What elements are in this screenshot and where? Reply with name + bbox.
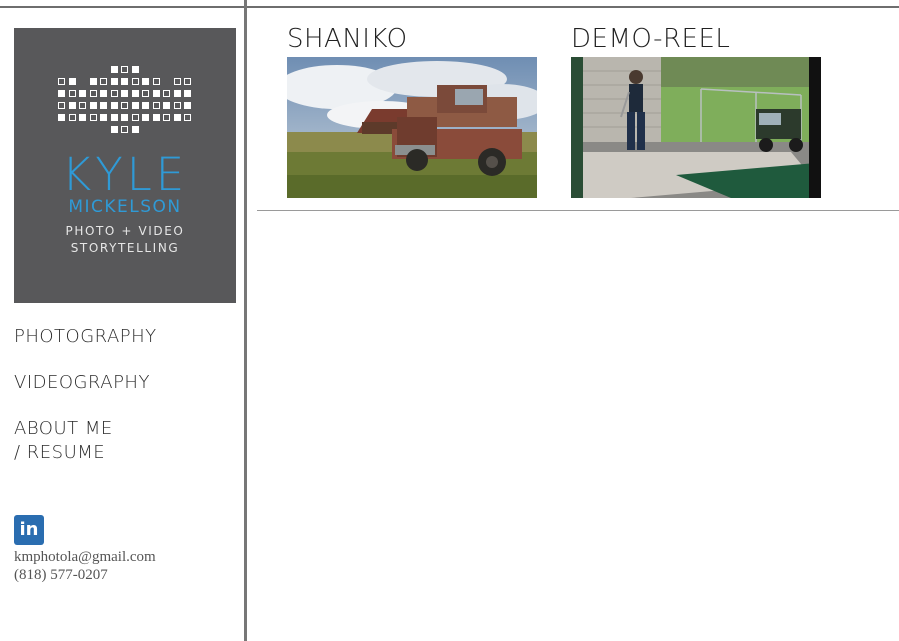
logo-grid-square <box>142 102 149 109</box>
logo-grid-square <box>100 78 107 85</box>
logo-grid-square <box>131 126 139 133</box>
site-logo[interactable]: KYLE MICKELSON PHOTO + VIDEO STORYTELLIN… <box>14 28 236 303</box>
logo-grid-square <box>58 90 65 97</box>
logo-grid-square <box>79 90 86 97</box>
logo-grid-square <box>100 90 107 97</box>
truck-photo <box>287 57 537 198</box>
logo-grid-square <box>163 90 170 97</box>
logo-grid-square <box>68 114 76 121</box>
logo-grid-square <box>121 114 128 121</box>
logo-grid-square <box>121 78 128 85</box>
logo-grid-square <box>184 78 191 85</box>
logo-grid-square <box>152 78 160 85</box>
project-thumbnail-demo-reel[interactable] <box>571 57 821 198</box>
logo-tagline-2: STORYTELLING <box>70 241 180 255</box>
logo-grid-square <box>68 78 76 85</box>
logo-grid-graphic <box>58 66 192 148</box>
content-divider <box>257 210 899 211</box>
logo-grid-square <box>184 90 191 97</box>
logo-grid-square <box>79 102 86 109</box>
logo-grid-square <box>121 126 128 133</box>
logo-grid-square <box>110 90 118 97</box>
logo-grid-square <box>100 102 107 109</box>
logo-grid-square <box>184 114 191 121</box>
logo-grid-square <box>173 90 181 97</box>
logo-grid-square <box>152 90 160 97</box>
logo-grid-square <box>110 78 118 85</box>
logo-grid-square <box>184 102 191 109</box>
logo-grid-square <box>79 114 86 121</box>
linkedin-icon[interactable]: in <box>14 515 44 545</box>
logo-name: KYLE <box>61 148 189 201</box>
nav-photography[interactable]: PHOTOGRAPHY <box>14 326 157 347</box>
logo-grid-square <box>131 102 139 109</box>
logo-grid-square <box>173 114 181 121</box>
logo-grid-square <box>142 78 149 85</box>
logo-grid-square <box>68 102 76 109</box>
logo-grid-square <box>58 102 65 109</box>
logo-tagline-1: PHOTO + VIDEO <box>65 224 185 238</box>
logo-grid-square <box>58 114 65 121</box>
logo-grid-square <box>89 78 97 85</box>
contact-phone: (818) 577-0207 <box>14 567 108 583</box>
project-thumbnail-shaniko[interactable] <box>287 57 537 198</box>
golf-photo <box>571 57 821 198</box>
logo-grid-square <box>110 126 118 133</box>
logo-grid-square <box>110 114 118 121</box>
logo-grid-square <box>100 114 107 121</box>
logo-grid-square <box>110 102 118 109</box>
logo-grid-square <box>131 78 139 85</box>
logo-grid-square <box>152 102 160 109</box>
logo-grid-square <box>121 66 128 73</box>
nav-videography[interactable]: VIDEOGRAPHY <box>14 372 150 393</box>
logo-grid-square <box>121 90 128 97</box>
logo-grid-square <box>142 114 149 121</box>
contact-email[interactable]: kmphotola@gmail.com <box>14 549 156 566</box>
logo-grid-square <box>89 90 97 97</box>
logo-grid-square <box>163 114 170 121</box>
logo-grid-square <box>173 102 181 109</box>
project-title-demo-reel[interactable]: DEMO-REEL <box>571 24 730 54</box>
nav-about-resume[interactable]: ABOUT ME / RESUME <box>14 417 124 465</box>
logo-grid-square <box>58 78 65 85</box>
logo-grid-square <box>131 90 139 97</box>
logo-grid-square <box>152 114 160 121</box>
logo-grid-square <box>110 66 118 73</box>
sidebar-divider <box>244 0 247 641</box>
project-title-shaniko[interactable]: SHANIKO <box>287 24 408 54</box>
logo-grid-square <box>173 78 181 85</box>
logo-grid-square <box>163 102 170 109</box>
top-divider <box>0 6 899 8</box>
logo-grid-square <box>142 90 149 97</box>
logo-grid-square <box>121 102 128 109</box>
logo-grid-square <box>89 102 97 109</box>
logo-surname: MICKELSON <box>68 197 182 217</box>
logo-grid-square <box>68 90 76 97</box>
logo-grid-square <box>89 114 97 121</box>
logo-grid-square <box>131 66 139 73</box>
logo-grid-square <box>131 114 139 121</box>
